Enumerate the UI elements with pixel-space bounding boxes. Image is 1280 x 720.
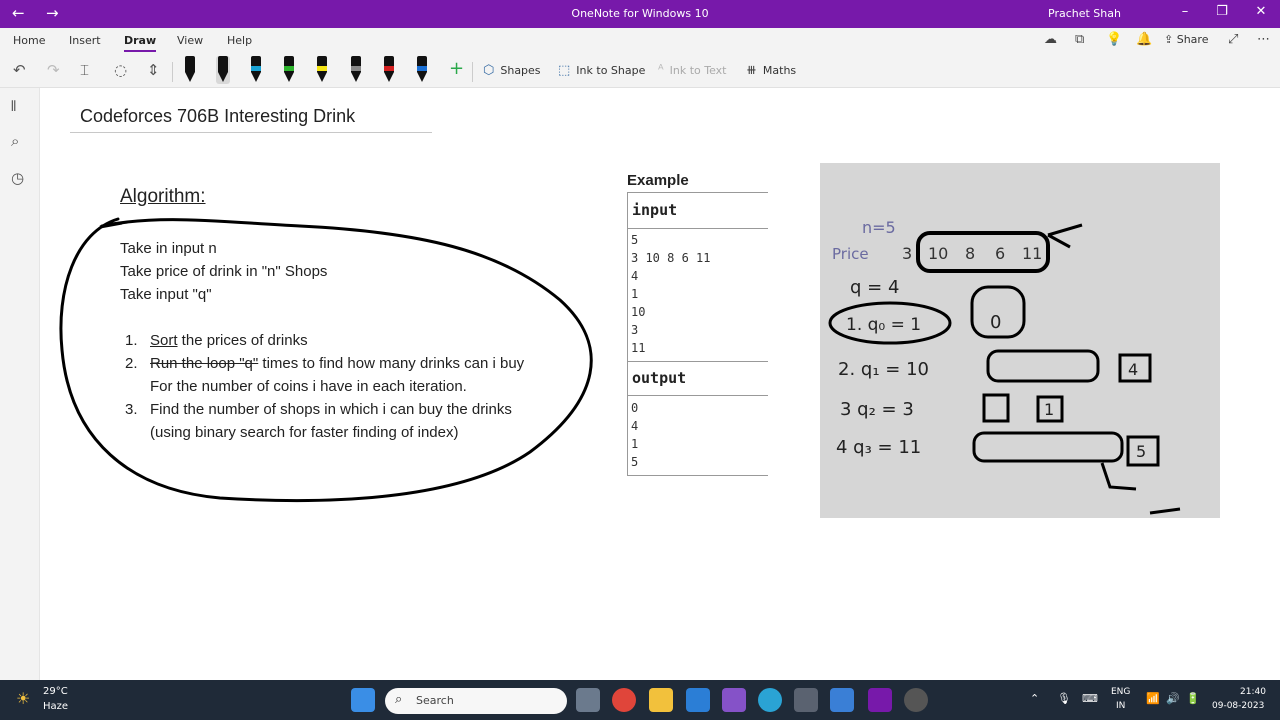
- language-indicator[interactable]: ENG: [1111, 687, 1130, 697]
- chevron-up-icon[interactable]: ⌃: [1030, 692, 1039, 705]
- example-output-label: output: [632, 369, 687, 387]
- example-output-line: 5: [631, 455, 639, 469]
- result-underline: [1149, 507, 1181, 515]
- price-value: 8: [965, 244, 975, 263]
- step-number: 2.: [125, 355, 138, 372]
- n-label: n=5: [862, 218, 896, 237]
- start-icon[interactable]: [351, 688, 375, 712]
- step-2[interactable]: Run the loop "q" times to find how many …: [150, 355, 524, 372]
- example-divider: [627, 361, 768, 362]
- todo-icon[interactable]: [830, 688, 854, 712]
- region-indicator[interactable]: IN: [1116, 701, 1125, 711]
- query-row: 4 q₃ = 11: [836, 437, 921, 458]
- weather-icon[interactable]: ☀: [16, 689, 30, 708]
- example-divider: [627, 228, 768, 229]
- example-input-line: 1: [631, 287, 639, 301]
- price-value: 6: [995, 244, 1005, 263]
- vscode-icon[interactable]: [686, 688, 710, 712]
- step-1[interactable]: Sort the prices of drinks: [150, 332, 308, 349]
- search-placeholder: Search: [416, 694, 454, 707]
- step-number: 3.: [125, 401, 138, 418]
- clock-date[interactable]: 09-08-2023: [1212, 701, 1264, 711]
- example-output-line: 1: [631, 437, 639, 451]
- price-value: 3: [902, 244, 912, 263]
- query-result: 1: [1044, 400, 1054, 419]
- calculator-icon[interactable]: [794, 688, 818, 712]
- note-line[interactable]: Take in input n: [120, 240, 217, 257]
- result-arrow: [1100, 462, 1137, 491]
- example-input-line: 11: [631, 341, 646, 355]
- step-2-continued[interactable]: For the number of coins i have in each i…: [150, 378, 467, 395]
- handwriting-svg: n=5 Price 3 10 8 6 11 q = 4 1. q₀ = 1 0 …: [828, 218, 1181, 515]
- query-row: 1. q₀ = 1: [846, 315, 921, 335]
- query-result: 5: [1136, 442, 1146, 461]
- example-input-line: 10: [631, 305, 646, 319]
- example-output-line: 4: [631, 419, 639, 433]
- query-result: 0: [990, 312, 1001, 333]
- search-array-box: [986, 349, 1100, 383]
- weather-description[interactable]: Haze: [43, 701, 68, 712]
- example-input-line: 3: [631, 323, 639, 337]
- step-2-text: times to find how many drinks can i buy: [258, 355, 525, 372]
- step-number: 1.: [125, 332, 138, 349]
- query-row: 2. q₁ = 10: [838, 359, 929, 380]
- algorithm-heading[interactable]: Algorithm:: [120, 186, 206, 208]
- obs-icon[interactable]: [904, 688, 928, 712]
- example-input-label: input: [632, 201, 678, 219]
- step-1-text: the prices of drinks: [177, 332, 308, 349]
- example-input-line: 3 10 8 6 11: [631, 251, 711, 265]
- note-line[interactable]: Take input "q": [120, 286, 212, 303]
- q-label: q = 4: [850, 277, 899, 298]
- example-input-line: 4: [631, 269, 639, 283]
- step-3[interactable]: Find the number of shops in which i can …: [150, 401, 512, 418]
- step-3-continued[interactable]: (using binary search for faster finding …: [150, 424, 459, 441]
- chrome-icon[interactable]: [612, 688, 636, 712]
- note-line[interactable]: Take price of drink in "n" Shops: [120, 263, 327, 280]
- handwritten-notes-image[interactable]: n=5 Price 3 10 8 6 11 q = 4 1. q₀ = 1 0 …: [820, 163, 1220, 518]
- taskbar-search[interactable]: ⌕ Search: [385, 688, 567, 714]
- keyboard-icon[interactable]: ⌨: [1082, 692, 1098, 705]
- query-row: 3 q₂ = 3: [840, 399, 914, 420]
- edge-icon[interactable]: [758, 688, 782, 712]
- price-value: 10: [928, 244, 948, 263]
- example-heading: Example: [627, 172, 689, 189]
- query-result: 4: [1128, 360, 1138, 379]
- onenote-icon[interactable]: [868, 688, 892, 712]
- example-output-line: 0: [631, 401, 639, 415]
- example-box: [627, 192, 768, 476]
- price-value: 11: [1022, 244, 1042, 263]
- visual-studio-icon[interactable]: [722, 688, 746, 712]
- battery-icon[interactable]: 🔋: [1186, 692, 1200, 705]
- task-view-icon[interactable]: [576, 688, 600, 712]
- search-icon: ⌕: [395, 692, 403, 707]
- example-divider: [627, 395, 768, 396]
- microphone-icon[interactable]: 🎙: [1057, 692, 1071, 705]
- ink-stroke: [99, 221, 123, 229]
- file-explorer-icon[interactable]: [649, 688, 673, 712]
- clock-time[interactable]: 21:40: [1240, 687, 1266, 697]
- result-box: [982, 393, 1010, 423]
- pointer-arrow: [1047, 223, 1083, 249]
- price-label: Price: [832, 245, 869, 263]
- step-1-keyword: Sort: [150, 332, 178, 349]
- weather-temperature[interactable]: 29°C: [43, 686, 68, 697]
- example-input-line: 5: [631, 233, 639, 247]
- taskbar: ☀ 29°C Haze ⌕ Search ⌃ 🎙 ⌨ ENG IN 📶 🔊 🔋 …: [0, 680, 1280, 720]
- step-2-struck-text: Run the loop "q": [150, 355, 259, 372]
- volume-icon[interactable]: 🔊: [1166, 692, 1180, 705]
- search-array-box: [972, 431, 1124, 463]
- wifi-icon[interactable]: 📶: [1146, 692, 1160, 705]
